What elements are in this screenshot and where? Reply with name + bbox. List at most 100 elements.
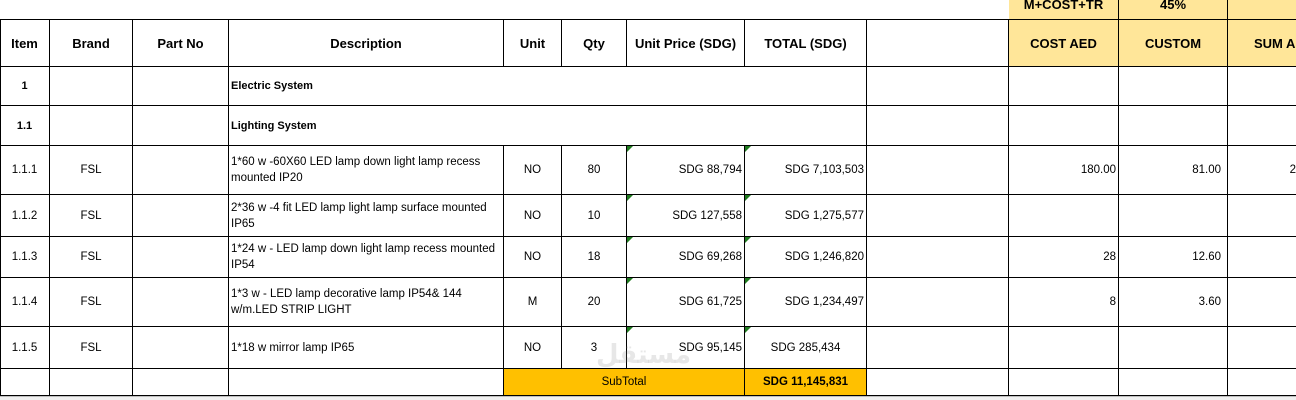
row-part-no[interactable] — [133, 195, 229, 237]
section-item[interactable]: 1.1 — [0, 106, 50, 146]
row-cost-aed[interactable] — [1009, 195, 1119, 237]
header-cost-aed[interactable]: COST AED — [1009, 20, 1119, 67]
section-gap[interactable] — [867, 67, 1009, 106]
subtotal-value[interactable]: SDG 11,145,831 — [745, 369, 867, 396]
row-sum[interactable] — [1228, 195, 1296, 237]
row-item[interactable]: 1.1.2 — [0, 195, 50, 237]
subtotal-gap[interactable] — [867, 369, 1009, 396]
row-unit[interactable]: NO — [504, 146, 562, 195]
row-custom[interactable]: 81.00 — [1119, 146, 1228, 195]
top-header-blank[interactable] — [1228, 0, 1296, 20]
subtotal-description[interactable] — [229, 369, 504, 396]
row-sum[interactable]: 2 — [1228, 146, 1296, 195]
row-qty[interactable]: 10 — [562, 195, 627, 237]
row-custom[interactable] — [1119, 195, 1228, 237]
subtotal-item[interactable] — [0, 369, 50, 396]
row-sum[interactable] — [1228, 327, 1296, 369]
top-header-percent[interactable]: 45% — [1119, 0, 1228, 20]
row-part-no[interactable] — [133, 278, 229, 327]
row-qty[interactable]: 18 — [562, 237, 627, 278]
section-brand[interactable] — [50, 106, 133, 146]
subtotal-custom[interactable] — [1119, 369, 1228, 396]
row-description[interactable]: 1*24 w - LED lamp down light lamp recess… — [229, 237, 504, 278]
row-unit-price[interactable]: SDG 61,725 — [627, 278, 745, 327]
row-description[interactable]: 1*3 w - LED lamp decorative lamp IP54& 1… — [229, 278, 504, 327]
row-unit-price[interactable]: SDG 95,145 — [627, 327, 745, 369]
header-unit[interactable]: Unit — [504, 20, 562, 67]
row-gap[interactable] — [867, 237, 1009, 278]
subtotal-cost-aed[interactable] — [1009, 369, 1119, 396]
section-item[interactable]: 1 — [0, 67, 50, 106]
header-qty[interactable]: Qty — [562, 20, 627, 67]
section-description[interactable]: Lighting System — [229, 106, 867, 146]
row-unit[interactable]: NO — [504, 327, 562, 369]
row-description[interactable]: 1*18 w mirror lamp IP65 — [229, 327, 504, 369]
header-description[interactable]: Description — [229, 20, 504, 67]
section-custom[interactable] — [1119, 106, 1228, 146]
row-total[interactable]: SDG 285,434 — [745, 327, 867, 369]
subtotal-brand[interactable] — [50, 369, 133, 396]
row-total[interactable]: SDG 1,234,497 — [745, 278, 867, 327]
row-unit-price[interactable]: SDG 69,268 — [627, 237, 745, 278]
row-unit-price[interactable]: SDG 88,794 — [627, 146, 745, 195]
header-custom[interactable]: CUSTOM — [1119, 20, 1228, 67]
row-custom[interactable]: 12.60 — [1119, 237, 1228, 278]
row-item[interactable]: 1.1.4 — [0, 278, 50, 327]
section-sum[interactable] — [1228, 67, 1296, 106]
row-unit[interactable]: NO — [504, 195, 562, 237]
header-sum[interactable]: SUM A — [1228, 20, 1296, 67]
row-total[interactable]: SDG 7,103,503 — [745, 146, 867, 195]
section-gap[interactable] — [867, 106, 1009, 146]
row-sum[interactable] — [1228, 237, 1296, 278]
header-total[interactable]: TOTAL (SDG) — [745, 20, 867, 67]
row-cost-aed[interactable]: 8 — [1009, 278, 1119, 327]
section-custom[interactable] — [1119, 67, 1228, 106]
header-item[interactable]: Item — [0, 20, 50, 67]
row-unit[interactable]: NO — [504, 237, 562, 278]
row-qty[interactable]: 3 — [562, 327, 627, 369]
row-description[interactable]: 1*60 w -60X60 LED lamp down light lamp r… — [229, 146, 504, 195]
row-cost-aed[interactable] — [1009, 327, 1119, 369]
row-brand[interactable]: FSL — [50, 146, 133, 195]
section-part-no[interactable] — [133, 67, 229, 106]
row-unit-price[interactable]: SDG 127,558 — [627, 195, 745, 237]
row-qty[interactable]: 80 — [562, 146, 627, 195]
top-header-m-cost-tr[interactable]: M+COST+TR — [1009, 0, 1119, 20]
subtotal-part-no[interactable] — [133, 369, 229, 396]
row-gap[interactable] — [867, 327, 1009, 369]
section-cost-aed[interactable] — [1009, 67, 1119, 106]
row-gap[interactable] — [867, 278, 1009, 327]
section-description[interactable]: Electric System — [229, 67, 867, 106]
header-brand[interactable]: Brand — [50, 20, 133, 67]
row-part-no[interactable] — [133, 146, 229, 195]
section-cost-aed[interactable] — [1009, 106, 1119, 146]
row-brand[interactable]: FSL — [50, 195, 133, 237]
row-unit[interactable]: M — [504, 278, 562, 327]
header-gap[interactable] — [867, 20, 1009, 67]
row-part-no[interactable] — [133, 327, 229, 369]
row-total[interactable]: SDG 1,275,577 — [745, 195, 867, 237]
section-sum[interactable] — [1228, 106, 1296, 146]
subtotal-label[interactable]: SubTotal — [504, 369, 745, 396]
row-brand[interactable]: FSL — [50, 327, 133, 369]
row-item[interactable]: 1.1.3 — [0, 237, 50, 278]
row-item[interactable]: 1.1.5 — [0, 327, 50, 369]
section-part-no[interactable] — [133, 106, 229, 146]
row-total[interactable]: SDG 1,246,820 — [745, 237, 867, 278]
row-cost-aed[interactable]: 180.00 — [1009, 146, 1119, 195]
row-cost-aed[interactable]: 28 — [1009, 237, 1119, 278]
row-gap[interactable] — [867, 195, 1009, 237]
header-unit-price[interactable]: Unit Price (SDG) — [627, 20, 745, 67]
row-item[interactable]: 1.1.1 — [0, 146, 50, 195]
row-brand[interactable]: FSL — [50, 278, 133, 327]
row-part-no[interactable] — [133, 237, 229, 278]
row-brand[interactable]: FSL — [50, 237, 133, 278]
row-custom[interactable]: 3.60 — [1119, 278, 1228, 327]
header-part-no[interactable]: Part No — [133, 20, 229, 67]
row-qty[interactable]: 20 — [562, 278, 627, 327]
subtotal-sum[interactable] — [1228, 369, 1296, 396]
section-brand[interactable] — [50, 67, 133, 106]
row-custom[interactable] — [1119, 327, 1228, 369]
row-sum[interactable] — [1228, 278, 1296, 327]
row-description[interactable]: 2*36 w -4 fit LED lamp light lamp surfac… — [229, 195, 504, 237]
